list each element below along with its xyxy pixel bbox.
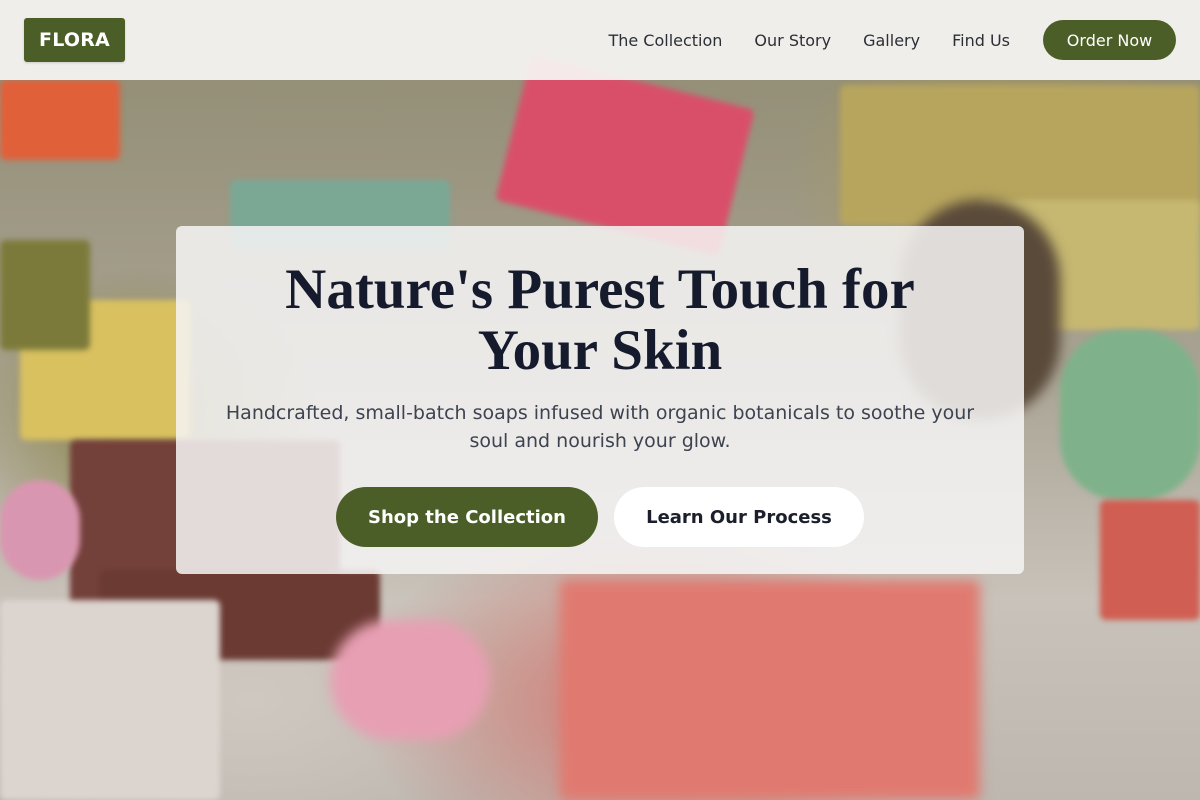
main-nav: The Collection Our Story Gallery Find Us… <box>608 20 1176 60</box>
nav-link-collection[interactable]: The Collection <box>608 31 722 50</box>
hero-actions: Shop the Collection Learn Our Process <box>176 487 1024 547</box>
nav-link-gallery[interactable]: Gallery <box>863 31 920 50</box>
nav-link-find-us[interactable]: Find Us <box>952 31 1010 50</box>
hero-subtitle: Handcrafted, small-batch soaps infused w… <box>225 402 975 452</box>
order-now-button[interactable]: Order Now <box>1043 20 1176 60</box>
nav-link-our-story[interactable]: Our Story <box>754 31 831 50</box>
site-header: FLORA The Collection Our Story Gallery F… <box>0 0 1200 80</box>
shop-collection-button[interactable]: Shop the Collection <box>336 487 598 547</box>
hero-title: Nature's Purest Touch for Your Skin <box>285 258 915 382</box>
hero-card: Nature's Purest Touch for Your Skin Hand… <box>176 226 1024 574</box>
learn-process-button[interactable]: Learn Our Process <box>614 487 864 547</box>
brand-logo[interactable]: FLORA <box>24 18 125 62</box>
